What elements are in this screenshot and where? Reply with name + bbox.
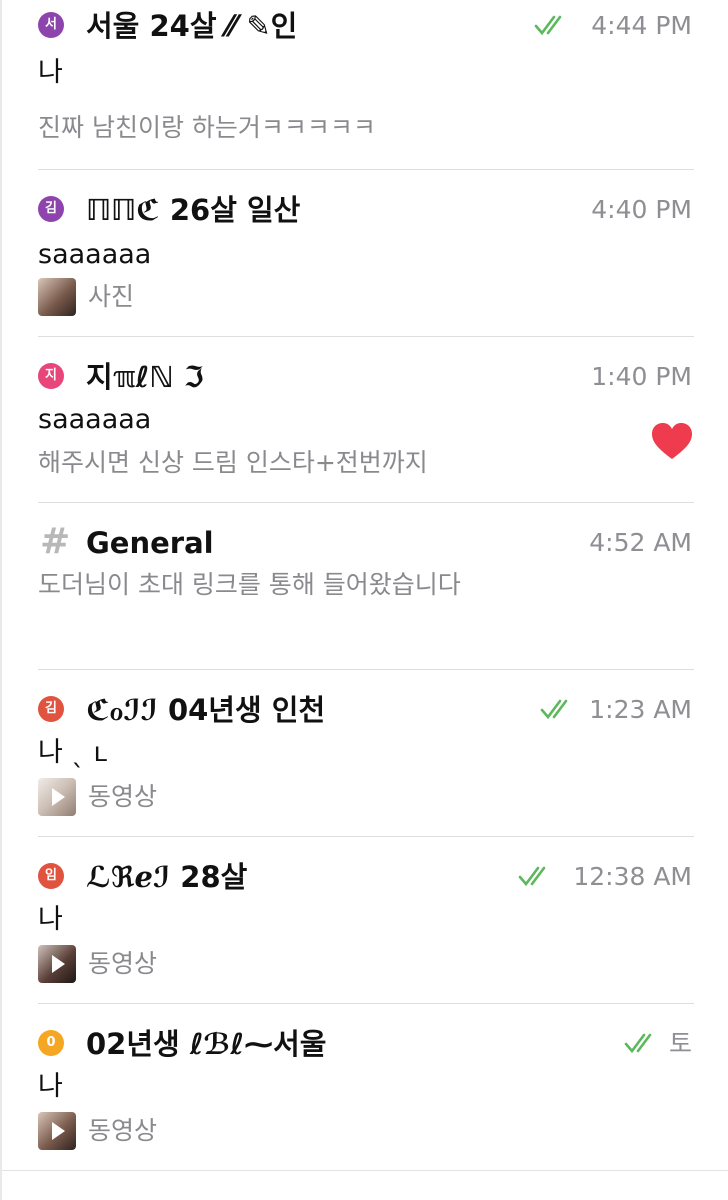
chat-time: 12:38 AM [573, 862, 692, 891]
double-check-icon [540, 696, 576, 722]
avatar: 서 [38, 12, 64, 38]
avatar: 임 [38, 863, 64, 889]
chat-time: 토 [668, 1029, 692, 1058]
chat-item[interactable]: 서 서울 24살 ⁄⁄ ✎인 4:44 PM 나 진짜 남친이랑 하는거ㅋㅋㅋㅋ… [38, 0, 694, 170]
chat-header: 0 02년생 ℓℬℓ⁓서울 토 [38, 1018, 694, 1068]
chat-list-screen: 서 서울 24살 ⁄⁄ ✎인 4:44 PM 나 진짜 남친이랑 하는거ㅋㅋㅋㅋ… [0, 0, 728, 1200]
avatar: 김 [38, 696, 64, 722]
message-preview: 해주시면 신상 드림 인스타+전번까지 [38, 448, 428, 477]
chat-header: 지 지ℼℓℕ ℑ 1:40 PM [38, 351, 694, 401]
chat-title: ℿℿℭ 26살 일산 [86, 193, 301, 227]
chat-item[interactable]: 임 ℒℜℯℐ 28살 12:38 AM 나 동영상 [38, 837, 694, 1004]
heart-icon[interactable] [650, 421, 694, 461]
chat-item[interactable]: # General 4:52 AM 도더님이 초대 링크를 통해 들어왔습니다 [38, 503, 694, 670]
hash-icon: # [40, 521, 71, 562]
video-thumbnail [38, 778, 76, 816]
chat-header: 임 ℒℜℯℐ 28살 12:38 AM [38, 851, 694, 901]
last-sender: 나 ˎ ʟ [38, 737, 108, 768]
double-check-icon [534, 12, 570, 38]
chat-title: 서울 24살 ⁄⁄ ✎인 [86, 9, 298, 43]
video-thumbnail [38, 1112, 76, 1150]
chat-header: # General 4:52 AM [38, 517, 694, 567]
message-preview: 도더님이 초대 링크를 통해 들어왔습니다 [38, 570, 461, 599]
chat-time: 4:40 PM [591, 195, 692, 224]
chat-item[interactable]: 김 ℭℴℐℐ 04년생 인천 1:23 AM 나 ˎ ʟ 동영상 [38, 670, 694, 837]
last-sender: 나 [38, 1071, 63, 1102]
divider [2, 1170, 728, 1171]
chat-item[interactable]: 지 지ℼℓℕ ℑ 1:40 PM saaaaaa 해주시면 신상 드림 인스타+… [38, 337, 694, 503]
last-sender: 나 [38, 904, 63, 935]
message-preview: 진짜 남친이랑 하는거ㅋㅋㅋㅋㅋ [38, 113, 376, 142]
message-preview: 동영상 [88, 782, 158, 811]
last-sender: 나 [38, 57, 63, 88]
avatar: 김 [38, 196, 64, 222]
chat-time: 4:44 PM [591, 11, 692, 40]
message-preview: 동영상 [88, 1116, 158, 1145]
video-thumbnail [38, 945, 76, 983]
chat-item[interactable]: 김 ℿℿℭ 26살 일산 4:40 PM saaaaaa 사진 [38, 170, 694, 337]
avatar: 0 [38, 1030, 64, 1056]
chat-header: 김 ℭℴℐℐ 04년생 인천 1:23 AM [38, 684, 694, 734]
chat-title: 02년생 ℓℬℓ⁓서울 [86, 1027, 327, 1061]
play-icon [52, 788, 65, 806]
chat-title: ℭℴℐℐ 04년생 인천 [86, 693, 326, 727]
chat-time: 4:52 AM [589, 528, 692, 557]
last-sender: saaaaaa [38, 404, 152, 435]
double-check-icon [624, 1030, 660, 1056]
chat-title: ℒℜℯℐ 28살 [86, 860, 248, 894]
chat-time: 1:23 AM [589, 695, 692, 724]
chat-title: General [86, 526, 214, 560]
last-sender: saaaaaa [38, 239, 152, 270]
chat-header: 김 ℿℿℭ 26살 일산 4:40 PM [38, 184, 694, 234]
chat-item[interactable]: 0 02년생 ℓℬℓ⁓서울 토 나 동영상 [38, 1004, 694, 1170]
double-check-icon [518, 863, 554, 889]
message-preview: 사진 [88, 282, 135, 311]
chat-time: 1:40 PM [591, 362, 692, 391]
play-icon [52, 955, 65, 973]
play-icon [52, 1122, 65, 1140]
chat-header: 서 서울 24살 ⁄⁄ ✎인 4:44 PM [38, 0, 694, 50]
photo-thumbnail [38, 278, 76, 316]
chat-title: 지ℼℓℕ ℑ [86, 360, 204, 394]
avatar: 지 [38, 363, 64, 389]
message-preview: 동영상 [88, 949, 158, 978]
